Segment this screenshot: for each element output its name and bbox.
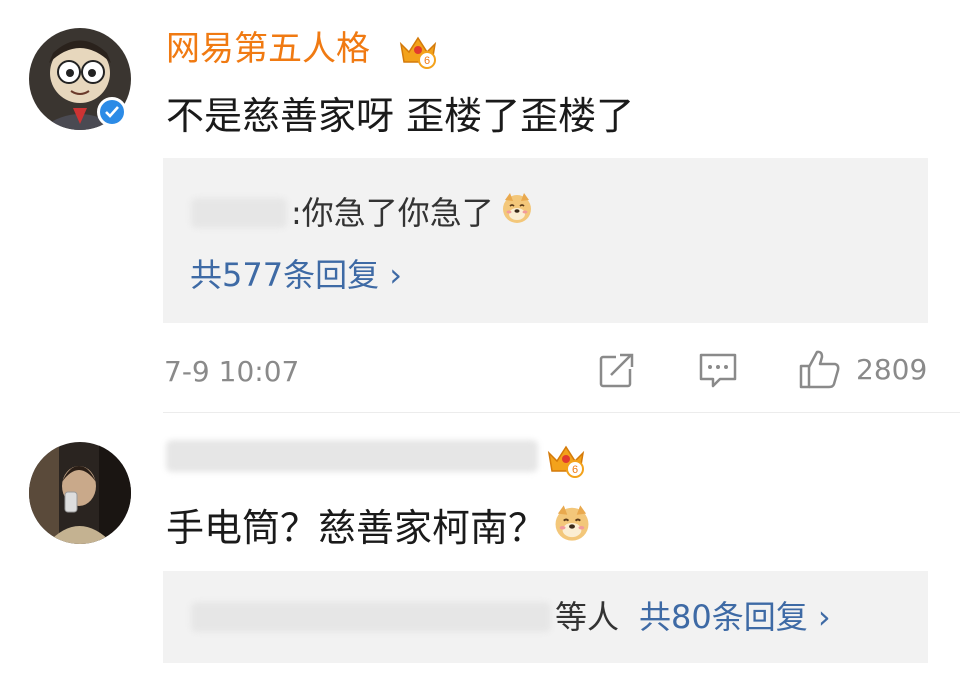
reply-preview-box[interactable]: :你急了你急了 共577条回复 ›: [163, 158, 928, 323]
verified-icon: [97, 97, 127, 127]
thumbs-up-icon: [799, 350, 840, 389]
blurred-usernames: [191, 602, 551, 632]
like-count: 2809: [856, 352, 928, 386]
comment-text: 不是慈善家呀 歪楼了歪楼了: [166, 94, 635, 138]
vip-crown-icon: 6: [397, 28, 439, 74]
username-blurred[interactable]: [166, 440, 542, 472]
vip-crown-icon: 6: [545, 437, 587, 485]
username[interactable]: 网易第五人格: [166, 29, 370, 69]
timestamp: 7-9 10:07: [164, 355, 300, 388]
svg-text:6: 6: [572, 464, 578, 476]
comment-icon: [699, 353, 737, 388]
comment-text: 手电筒？慈善家柯南？: [166, 503, 592, 553]
share-button[interactable]: [598, 351, 636, 389]
doge-emoji-icon: [500, 191, 534, 234]
like-button[interactable]: 2809: [798, 348, 927, 390]
comment-button[interactable]: [698, 351, 738, 391]
reply-preview: :你急了你急了: [191, 191, 534, 234]
comment-1: 网易第五人格 6 不是慈善家呀 歪楼了歪楼了 :你急了你急了 共577条回复 ›…: [0, 0, 960, 412]
blurred-username: [191, 197, 287, 228]
avatar[interactable]: [29, 442, 131, 544]
view-replies-link[interactable]: 共80条回复 ›: [639, 597, 831, 637]
comment-2: 6 手电筒？慈善家柯南？ 等人 共80条回复 ›: [0, 413, 960, 676]
reply-preview-box[interactable]: 等人 共80条回复 ›: [163, 571, 928, 663]
reply-summary: 等人 共80条回复 ›: [191, 597, 831, 637]
svg-text:6: 6: [424, 55, 430, 67]
doge-emoji-icon: [552, 503, 592, 553]
view-replies-link[interactable]: 共577条回复 ›: [190, 255, 402, 295]
share-icon: [599, 353, 634, 388]
